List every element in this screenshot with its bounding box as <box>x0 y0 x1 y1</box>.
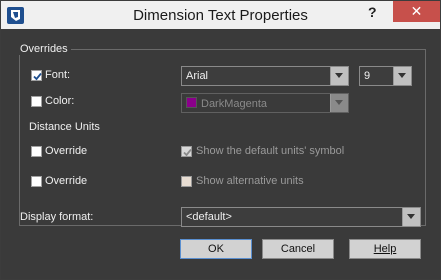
chevron-down-icon[interactable] <box>393 67 411 85</box>
font-combo-value: Arial <box>186 70 209 82</box>
show-default-units-checkbox[interactable] <box>181 146 192 157</box>
color-checkbox[interactable] <box>31 96 42 107</box>
chevron-down-icon[interactable] <box>330 67 348 85</box>
chevron-down-icon[interactable] <box>402 208 420 226</box>
check-icon <box>33 72 42 81</box>
show-alt-units-label: Show alternative units <box>196 175 304 187</box>
close-button[interactable]: ✕ <box>393 1 440 22</box>
help-button[interactable]: Help <box>349 239 421 259</box>
color-label: Color: <box>45 95 75 107</box>
override-units-checkbox[interactable] <box>31 146 42 157</box>
display-format-combo[interactable]: <default> <box>181 207 421 227</box>
font-size-value: 9 <box>364 70 371 82</box>
color-name: DarkMagenta <box>201 98 268 110</box>
font-size-combo[interactable]: 9 <box>359 66 412 86</box>
chevron-down-icon[interactable] <box>330 94 348 112</box>
font-checkbox[interactable] <box>31 70 42 81</box>
show-default-units-label: Show the default units' symbol <box>196 145 345 157</box>
overrides-group-label: Overrides <box>17 43 71 55</box>
help-title-button[interactable]: ? <box>368 4 377 20</box>
dialog-body: Overrides Font: Arial 9 Color: DarkMagen… <box>9 29 432 272</box>
font-combo[interactable]: Arial <box>181 66 349 86</box>
ok-button[interactable]: OK <box>180 239 252 259</box>
color-combo[interactable]: DarkMagenta <box>181 93 349 113</box>
font-label: Font: <box>45 69 71 81</box>
check-icon <box>183 148 192 157</box>
override-alt-checkbox[interactable] <box>31 176 42 187</box>
override-alt-label: Override <box>45 175 88 187</box>
cancel-button[interactable]: Cancel <box>262 239 334 259</box>
override-units-label: Override <box>45 145 88 157</box>
title-bar[interactable]: Dimension Text Properties ? ✕ <box>1 1 440 29</box>
display-format-label: Display format: <box>20 211 94 223</box>
show-alt-units-checkbox[interactable] <box>181 176 192 187</box>
display-format-value: <default> <box>186 211 232 223</box>
color-swatch <box>186 97 197 108</box>
distance-units-label: Distance Units <box>29 121 100 133</box>
color-combo-value: DarkMagenta <box>186 97 267 110</box>
dialog-window: Dimension Text Properties ? ✕ Overrides … <box>0 0 441 280</box>
